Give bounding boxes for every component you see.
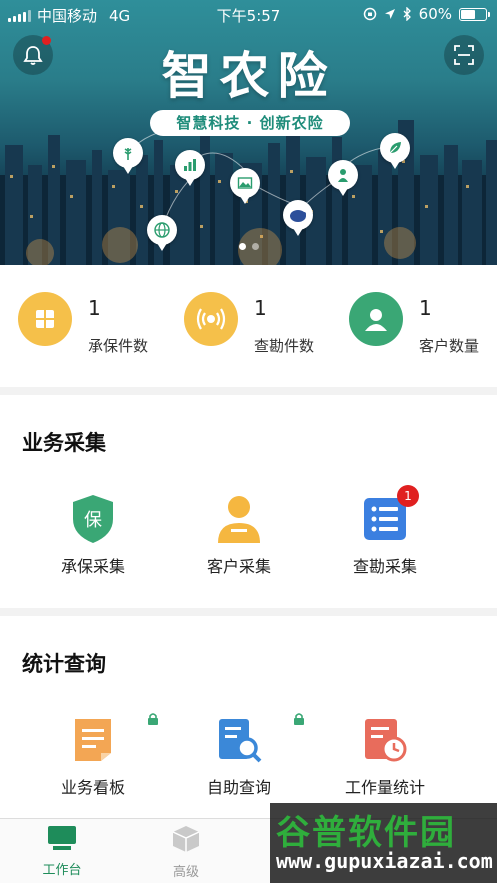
query-section: 统计查询 业务看板 自助查询 工作量统计 (0, 616, 497, 818)
shield-glyph: 保 (84, 510, 102, 531)
stat-policies[interactable]: 1 承保件数 (18, 292, 168, 362)
wheat-pin-icon (113, 138, 143, 174)
watermark-title: 谷普软件园 (276, 813, 456, 853)
board-icon (67, 714, 119, 766)
item-label: 工作量统计 (344, 778, 425, 797)
stat-label: 承保件数 (88, 337, 149, 355)
stat-value: 1 (88, 296, 101, 320)
bar-chart-pin-icon (175, 150, 205, 186)
notification-badge: 1 (397, 485, 419, 507)
stat-value: 1 (419, 296, 432, 320)
shield-icon: 保 (67, 493, 119, 545)
document-icon (18, 292, 72, 346)
signal-icon (184, 292, 238, 346)
section-title: 业务采集 (22, 431, 106, 455)
stat-label: 查勘件数 (254, 337, 315, 355)
tab-label: 高级 (172, 865, 199, 880)
self-query-button[interactable]: 自助查询 (184, 714, 294, 798)
tab-label: 工作台 (42, 863, 82, 878)
clock-doc-icon (359, 714, 411, 766)
watermark-url: www.gupuxiazai.com (276, 849, 493, 873)
workload-stats-button[interactable]: 工作量统计 (330, 714, 440, 798)
item-label: 查勘采集 (352, 557, 417, 576)
carousel-dot (251, 243, 259, 250)
person-icon (213, 493, 265, 545)
stat-surveys[interactable]: 1 查勘件数 (184, 292, 334, 362)
customer-collect-button[interactable]: 客户采集 (184, 493, 294, 577)
carousel-dot (238, 243, 246, 250)
business-section: 业务采集 保 承保采集 客户采集 1 查勘采集 (0, 395, 497, 608)
item-label: 自助查询 (206, 778, 271, 797)
pig-pin-icon (283, 200, 313, 236)
section-title: 统计查询 (22, 652, 106, 676)
watermark-logo: 谷普软件园 www.gupuxiazai.com (270, 803, 497, 883)
item-label: 客户采集 (206, 557, 271, 576)
globe-pin-icon (147, 215, 177, 251)
lock-icon (294, 713, 304, 725)
survey-collect-button[interactable]: 1 查勘采集 (330, 485, 440, 577)
stats-panel: 1 承保件数 1 查勘件数 1 客户数量 (0, 265, 497, 387)
carousel-indicator (0, 243, 497, 250)
tab-advanced[interactable]: 高级 (146, 825, 226, 880)
banner-carousel[interactable]: 中国移动 4G 下午5:57 60% 智农险 智慧科技 · 创新农险 (0, 0, 497, 265)
landscape-pin-icon (230, 168, 260, 204)
underwriting-collect-button[interactable]: 保 承保采集 (38, 493, 148, 577)
stat-customers[interactable]: 1 客户数量 (349, 292, 489, 362)
farmer-pin-icon (328, 160, 358, 196)
search-doc-icon (213, 714, 265, 766)
network-lines (127, 129, 394, 229)
stat-label: 客户数量 (419, 337, 480, 355)
tab-workbench[interactable]: 工作台 (22, 825, 102, 878)
list-icon: 1 (359, 485, 419, 545)
lock-icon (148, 713, 158, 725)
item-label: 承保采集 (60, 557, 125, 576)
leaf-pin-icon (380, 133, 410, 169)
user-icon (349, 292, 403, 346)
item-label: 业务看板 (60, 778, 125, 797)
monitor-icon (48, 826, 76, 850)
cube-icon (172, 826, 200, 852)
stat-value: 1 (254, 296, 267, 320)
business-board-button[interactable]: 业务看板 (38, 714, 148, 798)
